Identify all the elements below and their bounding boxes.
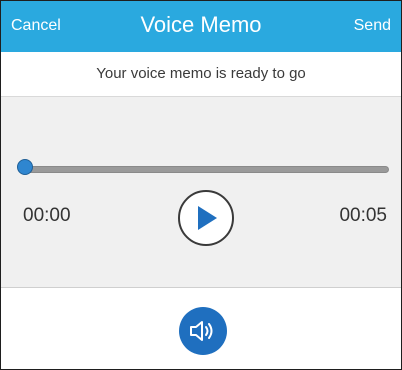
navigation-bar: Cancel Voice Memo Send bbox=[1, 1, 401, 52]
send-button[interactable]: Send bbox=[354, 17, 391, 35]
audio-player: 00:00 00:05 bbox=[1, 97, 401, 288]
status-message: Your voice memo is ready to go bbox=[96, 65, 306, 82]
total-time: 00:05 bbox=[339, 205, 387, 226]
status-row: Your voice memo is ready to go bbox=[1, 52, 401, 97]
play-button[interactable] bbox=[178, 190, 234, 246]
speaker-icon bbox=[190, 321, 213, 341]
play-icon bbox=[198, 206, 217, 230]
voice-memo-screen: Cancel Voice Memo Send Your voice memo i… bbox=[0, 0, 402, 370]
speaker-button[interactable] bbox=[179, 307, 227, 355]
progress-track[interactable] bbox=[24, 166, 389, 173]
bottom-controls bbox=[1, 288, 401, 369]
progress-handle[interactable] bbox=[17, 159, 33, 175]
current-time: 00:00 bbox=[23, 205, 71, 226]
page-title: Voice Memo bbox=[140, 12, 262, 37]
